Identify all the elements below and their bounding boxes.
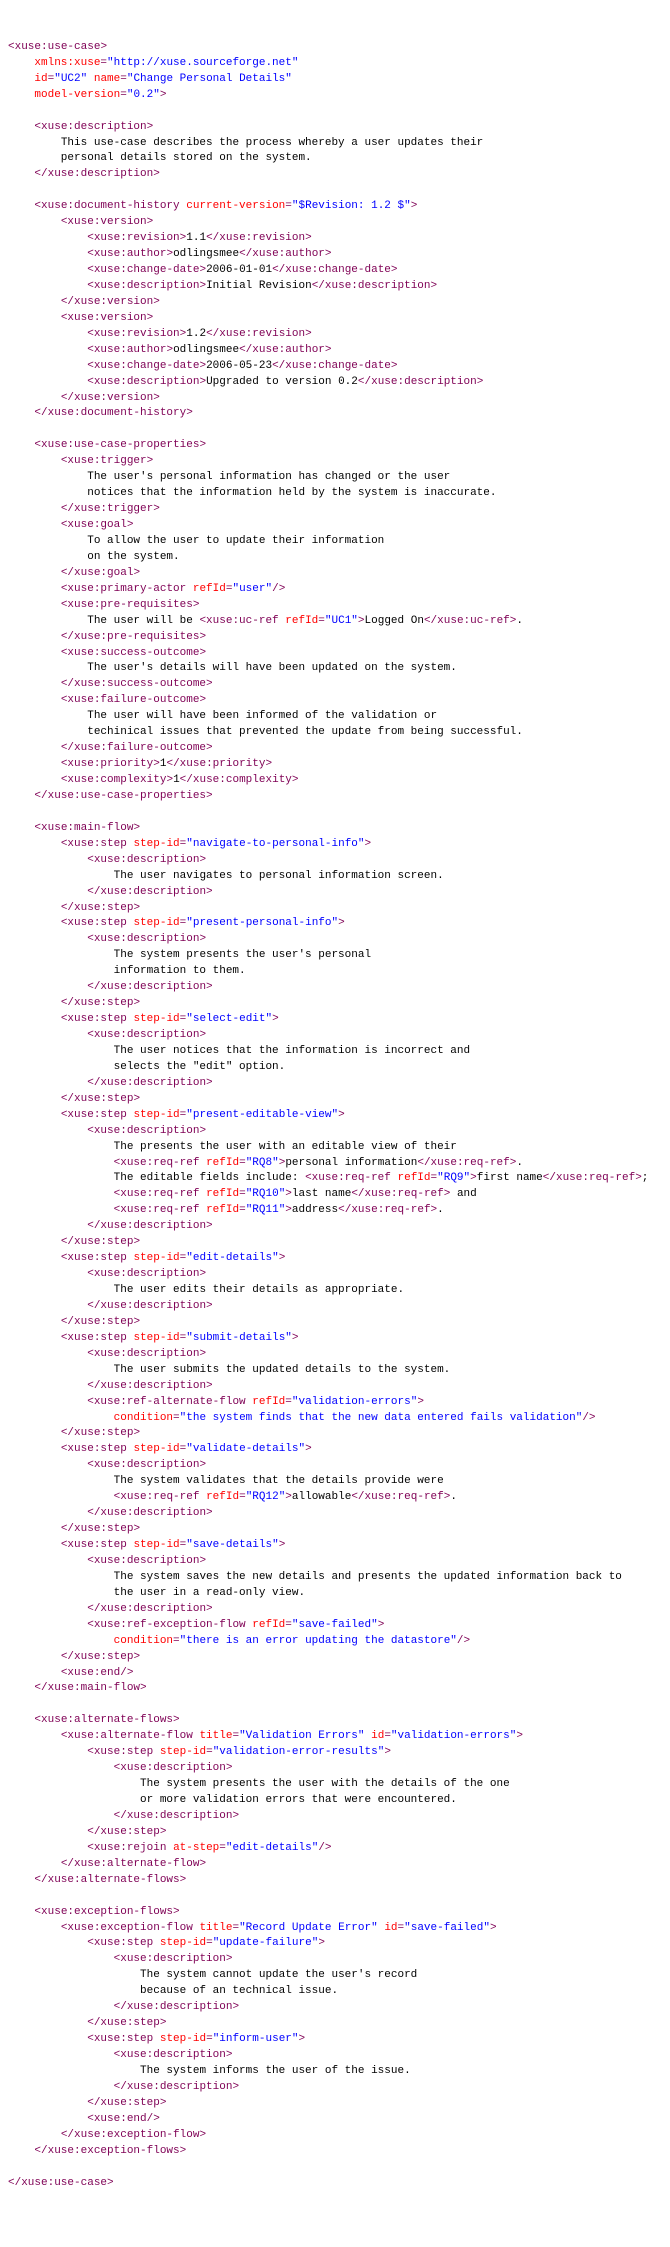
xml-source: <xuse:use-case> xmlns:xuse="http://xuse.…	[8, 40, 662, 2192]
